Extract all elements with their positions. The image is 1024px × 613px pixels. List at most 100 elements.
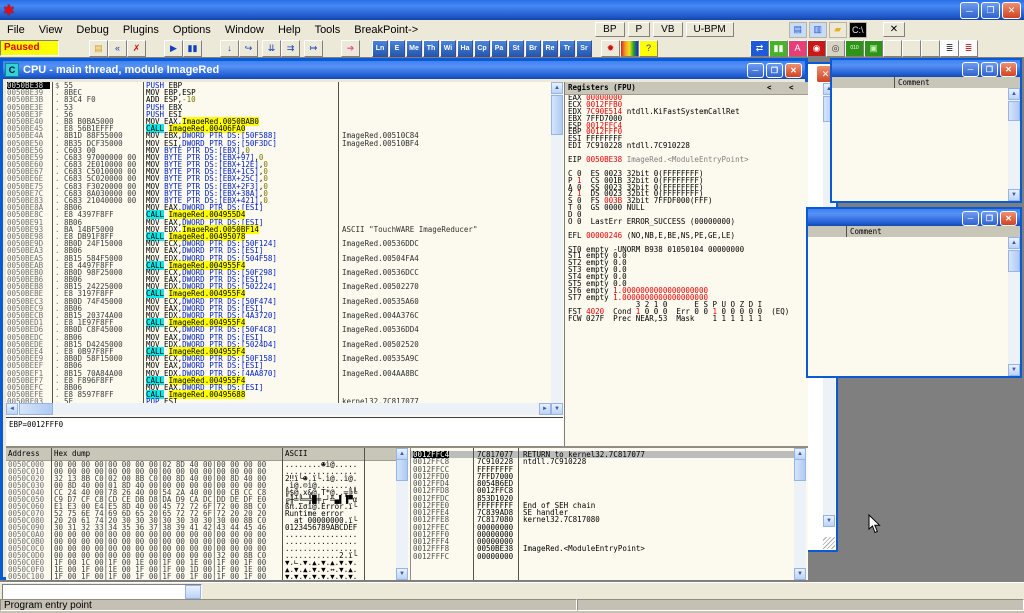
disasm-row[interactable]: 0050BE8C.E8 4397F8FFCALL ImageRed.004955… (6, 211, 551, 218)
comment-window-2-titlebar[interactable]: ─❐✕ (808, 209, 1020, 226)
maximize-button[interactable]: ❐ (981, 2, 1000, 19)
disasm-row[interactable]: 0050BE3B.83C4 F0ADD ESP,-10 (6, 96, 551, 103)
restart-icon[interactable]: « (108, 40, 127, 57)
list2-icon[interactable]: ≣ (959, 40, 978, 57)
swap-arrows-icon[interactable]: ⇄ (750, 40, 769, 57)
scroll-down-button[interactable]: ▼ (551, 403, 563, 415)
folder-icon[interactable]: ▰ (829, 22, 847, 38)
chevron-down-icon[interactable] (185, 585, 201, 599)
scroll-up-button[interactable]: ▲ (551, 82, 563, 94)
pane-button-cp[interactable]: Cp (474, 40, 490, 57)
green-pause-icon[interactable]: ▮▮ (769, 40, 788, 57)
close-process-icon[interactable]: ✗ (127, 40, 146, 57)
comment-window-2-scrollbar[interactable]: ▲ ▼ (1008, 237, 1020, 376)
binary-icon[interactable]: 010 (845, 40, 864, 57)
disasm-row[interactable]: 0050BE38$55PUSH EBP (6, 82, 551, 89)
close-button[interactable]: ✕ (1000, 62, 1017, 77)
close-button[interactable]: ✕ (785, 63, 802, 78)
minimize-button[interactable]: ─ (962, 211, 979, 226)
dump-pane[interactable]: Address Hex dump ASCII 0050C00000 00 00 … (6, 448, 396, 580)
pane-button-tr[interactable]: Tr (559, 40, 575, 57)
plugin-button-vb[interactable]: VB (653, 22, 682, 37)
register-line[interactable]: FCW 027F Prec NEAR,53 Mask 1 1 1 1 1 1 (565, 316, 808, 323)
disassembly-vscrollbar[interactable]: ▲ ▼ (551, 82, 563, 415)
stack-row[interactable]: 0012FFCCFFFFFFFF (411, 466, 795, 473)
close-button[interactable]: ✕ (1002, 2, 1021, 19)
blank-button-3[interactable] (921, 40, 940, 57)
stack-row[interactable]: 0012FFE47C839AD8SE handler (411, 509, 795, 516)
appearance-icon[interactable] (620, 40, 639, 57)
disasm-row[interactable]: 0050BE3E.53PUSH EBX (6, 104, 551, 111)
step-over-icon[interactable]: ↪ (239, 40, 258, 57)
stack-row[interactable]: 0012FFC47C817077RETURN to kernel32.7C817… (411, 451, 795, 458)
disasm-row[interactable]: 0050BEC3.8B0D 74F45000MOV ECX,DWORD PTR … (6, 298, 551, 305)
stack-row[interactable]: 0012FFDC853D1020 (411, 495, 795, 502)
close-button[interactable]: ✕ (1000, 211, 1017, 226)
register-line[interactable]: T 0 GS 0000 NULL (565, 205, 808, 212)
cpu-titlebar[interactable]: C CPU - main thread, module ImageRed ─❐✕ (3, 61, 805, 79)
scroll-left-button[interactable]: ◄ (6, 403, 18, 415)
scroll-down-button[interactable]: ▼ (396, 568, 408, 580)
execute-till-return-icon[interactable]: ↦ (304, 40, 323, 57)
run-icon[interactable]: ▶ (164, 40, 183, 57)
stack-row[interactable]: 0012FFD80012FFC8 (411, 487, 795, 494)
disasm-row[interactable]: 0050BEE9.8B0D 58F15000MOV ECX,DWORD PTR … (6, 355, 551, 362)
pane-button-th[interactable]: Th (423, 40, 439, 57)
pane-button-ln[interactable]: Ln (372, 40, 388, 57)
minimize-button[interactable]: ─ (962, 62, 979, 77)
help-icon[interactable]: ? (639, 40, 658, 57)
disasm-row[interactable]: 0050BEB0.8B0D 98F25000MOV ECX,DWORD PTR … (6, 269, 551, 276)
pane-button-ha[interactable]: Ha (457, 40, 473, 57)
dump-row[interactable]: 0050C1001F 00 1F 00|1F 00 1F 00|1F 00 1F… (6, 573, 396, 580)
menu-item-options[interactable]: Options (166, 22, 218, 38)
maximize-button[interactable]: ❐ (981, 62, 998, 77)
gear-icon[interactable]: ✹ (601, 40, 620, 57)
frame-icon[interactable]: ▣ (864, 40, 883, 57)
menu-item-debug[interactable]: Debug (69, 22, 115, 38)
pane-button-me[interactable]: Me (406, 40, 422, 57)
console-icon[interactable]: C:\ (849, 22, 867, 38)
stack-row[interactable]: 0012FFC87C910228ntdll.7C910228 (411, 458, 795, 465)
stack-pane[interactable]: 0012FFC47C817077RETURN to kernel32.7C817… (410, 448, 795, 580)
pane-button-st[interactable]: St (508, 40, 524, 57)
menu-item-plugins[interactable]: Plugins (116, 22, 166, 38)
scroll-down-button[interactable]: ▼ (823, 515, 835, 527)
menu-item-view[interactable]: View (32, 22, 70, 38)
blank-button-2[interactable] (902, 40, 921, 57)
disassembly-hscrollbar[interactable]: ◄ ► (6, 403, 551, 415)
stack-row[interactable]: 0012FFE87C817080kernel32.7C817080 (411, 516, 795, 523)
scroll-up-button[interactable]: ▲ (1008, 88, 1020, 100)
spiral-icon[interactable]: ◎ (826, 40, 845, 57)
scroll-down-button[interactable]: ▼ (1008, 364, 1020, 376)
blank-button-1[interactable] (883, 40, 902, 57)
stack-row[interactable]: 0012FFFC00000000 (411, 553, 795, 560)
plugin-close-button[interactable]: ✕ (883, 22, 905, 37)
pane-button-pa[interactable]: Pa (491, 40, 507, 57)
stack-row[interactable]: 0012FFD48054B6ED (411, 480, 795, 487)
stack-vscrollbar[interactable]: ▲ ▼ (794, 448, 806, 580)
disassembly-pane[interactable]: 0050BE38$55PUSH EBP0050BE39.8BECMOV EBP,… (6, 82, 551, 403)
command-combobox[interactable] (2, 584, 202, 600)
pane-button-sr[interactable]: Sr (576, 40, 592, 57)
registers-pane[interactable]: Registers (FPU) < < EAX 00000000ECX 0012… (564, 82, 808, 446)
pane-button-re[interactable]: Re (542, 40, 558, 57)
plugin-button-bp[interactable]: BP (595, 22, 624, 37)
pane-button-br[interactable]: Br (525, 40, 541, 57)
menu-item-breakpoint[interactable]: BreakPoint-> (347, 22, 425, 38)
comment-window-1-body[interactable]: ▲ ▼ (832, 88, 1020, 201)
disasm-row[interactable]: 0050BE9D.8B0D 24F15000MOV ECX,DWORD PTR … (6, 240, 551, 247)
stack-row[interactable]: 0012FFF000000000 (411, 531, 795, 538)
disasm-row[interactable]: 0050BE83.C683 21040000 00MOV BYTE PTR DS… (6, 197, 551, 204)
scroll-up-button[interactable]: ▲ (1008, 237, 1020, 249)
register-line[interactable]: O 0 LastErr ERROR_SUCCESS (00000000) (565, 219, 808, 226)
pane-button-e[interactable]: E (389, 40, 405, 57)
register-line[interactable]: EIP 0050BE38 ImageRed.<ModuleEntryPoint> (565, 157, 808, 164)
scroll-down-button[interactable]: ▼ (794, 568, 806, 580)
scroll-right-button[interactable]: ► (539, 403, 551, 415)
stack-row[interactable]: 0012FFD07FFD7000 (411, 473, 795, 480)
menu-item-tools[interactable]: Tools (308, 22, 348, 38)
menu-item-help[interactable]: Help (271, 22, 308, 38)
register-line[interactable]: EDI 7C910228 ntdll.7C910228 (565, 143, 808, 150)
list-icon[interactable]: ≣ (940, 40, 959, 57)
disasm-row[interactable]: 0050BED6.8B0D C8F45000MOV ECX,DWORD PTR … (6, 326, 551, 333)
